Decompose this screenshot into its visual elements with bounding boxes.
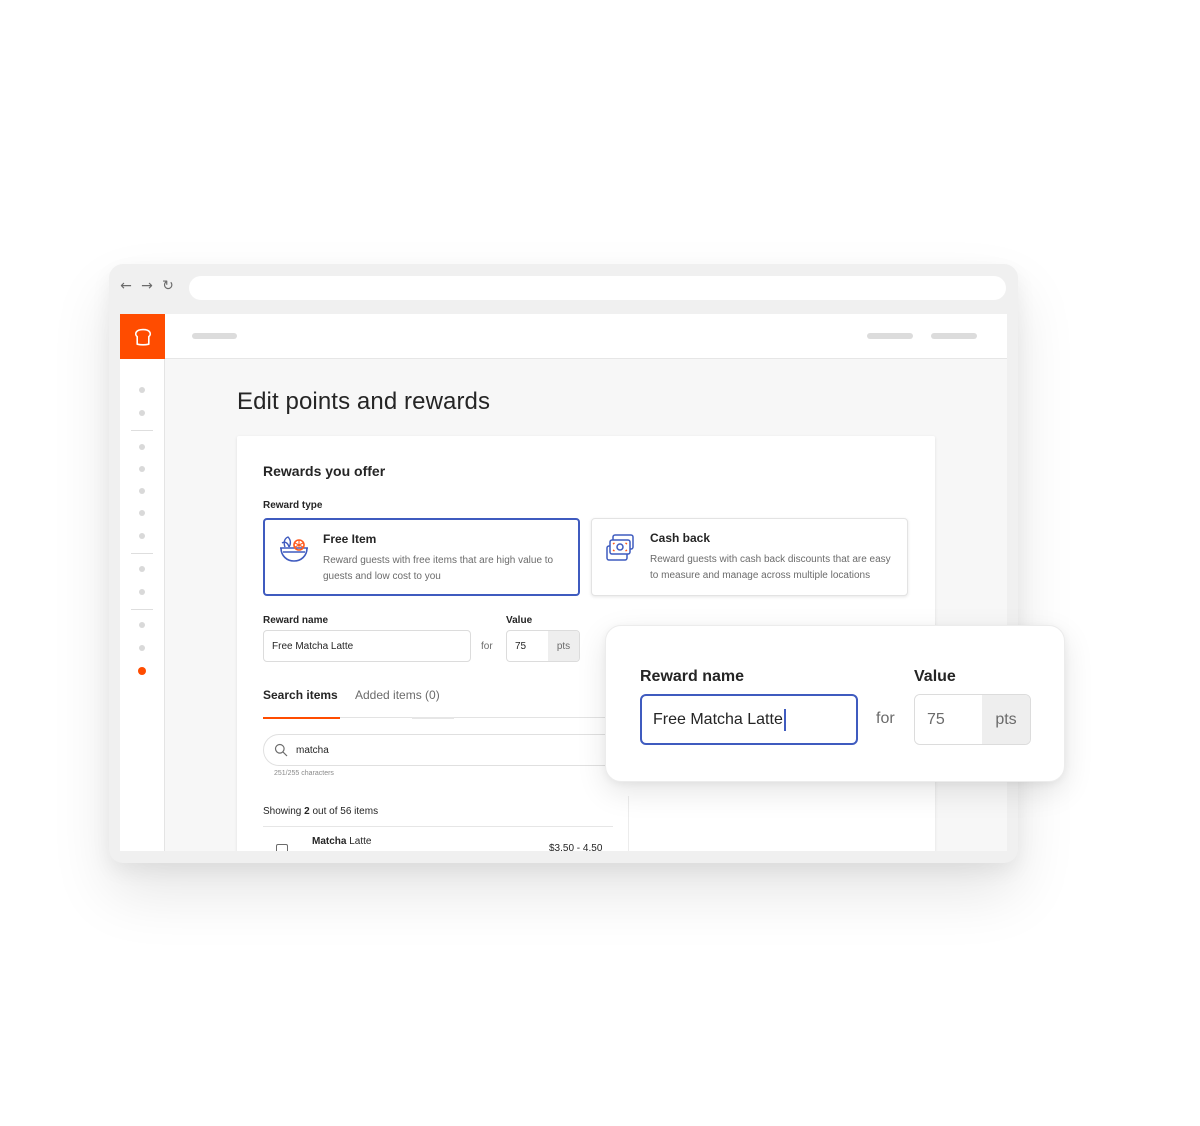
forward-arrow-icon[interactable]: → [140, 278, 154, 294]
value-input[interactable]: 75 [507, 631, 548, 661]
sidenav-item[interactable] [139, 488, 145, 494]
popup-value-input[interactable]: 75 [915, 695, 982, 744]
sidenav-item[interactable] [139, 645, 145, 651]
header-link-placeholder[interactable] [931, 333, 977, 339]
search-value: matcha [296, 744, 329, 756]
reward-type-free-item[interactable]: Free Item Reward guests with free items … [263, 518, 580, 596]
reload-icon[interactable]: ↻ [161, 278, 175, 294]
tab-added-items[interactable]: Added items (0) [355, 688, 440, 702]
sidenav-item[interactable] [139, 622, 145, 628]
sidenav-divider [131, 553, 153, 554]
reward-name-input[interactable]: Free Matcha Latte [263, 630, 471, 662]
item-price: $3.50 - 4.50 [549, 843, 603, 851]
header-link-placeholder[interactable] [867, 333, 913, 339]
popup-value-label: Value [914, 668, 956, 685]
option-title: Cash back [650, 531, 711, 545]
reward-type-cash-back[interactable]: Cash back Reward guests with cash back d… [591, 518, 908, 596]
option-title: Free Item [323, 532, 377, 546]
toast-logo[interactable] [120, 314, 165, 359]
value-input-group: 75 pts [506, 630, 580, 662]
sidenav-item[interactable] [139, 533, 145, 539]
top-bar [120, 314, 1007, 359]
item-name-match: Matcha [312, 836, 347, 847]
active-tab-indicator [263, 717, 340, 719]
item-name-rest: Latte [346, 836, 372, 847]
popup-reward-name-input[interactable]: Free Matcha Latte [640, 694, 858, 745]
for-label: for [481, 641, 493, 652]
salad-bowl-icon [280, 536, 308, 562]
sidenav-item[interactable] [139, 510, 145, 516]
popup-value-input-group: 75 pts [914, 694, 1031, 745]
side-nav [120, 359, 165, 851]
item-tabs: Search items Added items (0) [263, 688, 623, 719]
character-count: 251/255 characters [274, 770, 334, 777]
popup-reward-name-label: Reward name [640, 668, 745, 685]
page-title: Edit points and rewards [237, 388, 491, 415]
list-divider [263, 826, 613, 827]
results-suffix: out of 56 items [309, 806, 379, 817]
sidenav-item[interactable] [139, 444, 145, 450]
results-summary: Showing 2 out of 56 items [263, 806, 378, 817]
option-description: Reward guests with free items that are h… [323, 555, 554, 582]
reward-name-zoom-callout: Reward name Free Matcha Latte for Value … [605, 625, 1065, 782]
sidenav-item[interactable] [139, 589, 145, 595]
option-description: Reward guests with cash back discounts t… [650, 554, 891, 581]
item-checkbox[interactable] [276, 844, 288, 851]
popup-value-unit: pts [982, 695, 1030, 744]
results-prefix: Showing [263, 806, 305, 817]
sidenav-item[interactable] [139, 566, 145, 572]
sidenav-divider [131, 609, 153, 610]
sidenav-item[interactable] [139, 466, 145, 472]
search-icon [274, 743, 288, 757]
sidenav-item[interactable] [139, 410, 145, 416]
popup-reward-name-value: Free Matcha Latte [653, 710, 783, 728]
address-bar[interactable] [189, 276, 1006, 300]
item-search-field[interactable]: matcha [263, 734, 623, 766]
cash-bills-icon [606, 534, 634, 561]
toast-bread-icon [134, 328, 151, 346]
reward-type-label: Reward type [263, 500, 323, 511]
value-unit: pts [548, 631, 579, 661]
item-name: Matcha Latte [312, 836, 371, 847]
tab-search-items[interactable]: Search items [263, 688, 338, 702]
value-label: Value [506, 615, 533, 626]
popup-for-label: for [876, 710, 895, 727]
list-column-divider [628, 796, 629, 851]
sidenav-item[interactable] [139, 387, 145, 393]
back-arrow-icon[interactable]: ← [119, 278, 133, 294]
reward-name-label: Reward name [263, 615, 329, 626]
tab-scroll-indicator [412, 717, 454, 719]
sidenav-divider [131, 430, 153, 431]
browser-nav-controls: ← → ↻ [119, 278, 175, 294]
sidenav-item-active[interactable] [138, 667, 146, 675]
text-cursor [783, 708, 786, 731]
card-title: Rewards you offer [263, 463, 386, 479]
breadcrumb-placeholder [192, 333, 237, 339]
